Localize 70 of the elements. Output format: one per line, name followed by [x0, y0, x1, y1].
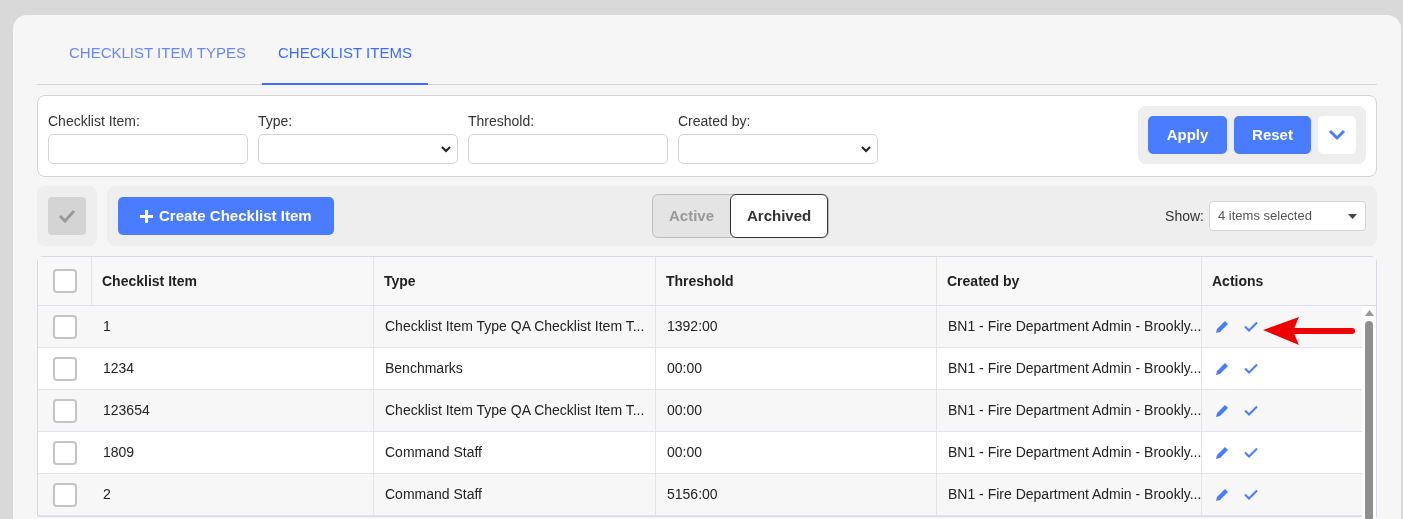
- toggle-option[interactable]: Active: [653, 195, 731, 237]
- filter-label: Type:: [258, 112, 294, 131]
- scroll-up-icon: [1364, 310, 1374, 316]
- edit-icon[interactable]: [1215, 361, 1230, 376]
- check-icon[interactable]: [1244, 321, 1258, 332]
- column-header: Type: [374, 257, 656, 305]
- check-icon[interactable]: [1244, 405, 1258, 416]
- table-cell-text: BN1 - Fire Department Admin - Brookly...: [948, 401, 1202, 420]
- check-icon[interactable]: [1244, 447, 1258, 458]
- show-label: Show:: [1165, 206, 1204, 226]
- table-cell-text: BN1 - Fire Department Admin - Brookly...: [948, 317, 1202, 336]
- dropdown-field[interactable]: [258, 134, 458, 164]
- edit-icon[interactable]: [1215, 319, 1230, 334]
- filter-label: Checklist Item:: [48, 112, 141, 131]
- table-cell-text: Benchmarks: [385, 359, 463, 378]
- table-cell-text: 1392:00: [667, 317, 718, 336]
- edit-icon[interactable]: [1215, 403, 1230, 418]
- tab[interactable]: CHECKLIST ITEMS: [262, 35, 428, 85]
- show-value: 4 items selected: [1218, 207, 1313, 226]
- table-cell-text: 00:00: [667, 443, 703, 462]
- check-icon[interactable]: [1244, 489, 1258, 500]
- tab[interactable]: CHECKLIST ITEM TYPES: [53, 35, 262, 85]
- column-header: Checklist Item: [92, 257, 374, 305]
- table-cell-text: Checklist Item Type QA Checklist Item T...: [385, 317, 645, 336]
- filter-label: Threshold:: [468, 112, 536, 131]
- table-cell-text: 1: [103, 317, 111, 336]
- toggle-option[interactable]: Archived: [730, 194, 829, 238]
- checkbox[interactable]: [53, 314, 77, 339]
- checkbox[interactable]: [53, 398, 77, 423]
- checkbox[interactable]: [53, 482, 77, 507]
- apply-button[interactable]: Apply: [1148, 116, 1227, 154]
- create-button[interactable]: Create Checklist Item: [118, 197, 334, 235]
- checkbox[interactable]: [52, 269, 77, 293]
- checkmark-icon: [58, 209, 76, 223]
- reset-button[interactable]: Reset: [1234, 116, 1311, 154]
- table-cell-text: Command Staff: [385, 485, 482, 504]
- dropdown-field[interactable]: [678, 134, 878, 164]
- table-cell-text: Checklist Item Type QA Checklist Item T...: [385, 401, 645, 420]
- checkbox[interactable]: [53, 356, 77, 381]
- table-cell-text: BN1 - Fire Department Admin - Brookly...: [948, 359, 1202, 378]
- table-cell-text: BN1 - Fire Department Admin - Brookly...: [948, 443, 1202, 462]
- plus-icon: [140, 209, 153, 223]
- table-cell-text: BN1 - Fire Department Admin - Brookly...: [948, 485, 1202, 504]
- edit-icon[interactable]: [1215, 445, 1230, 460]
- checkbox[interactable]: [53, 440, 77, 465]
- table-cell-text: 00:00: [667, 401, 703, 420]
- chevron-down-icon: [1328, 129, 1346, 141]
- filter-label: Created by:: [678, 112, 752, 131]
- column-header: Threshold: [656, 257, 937, 305]
- column-header: Created by: [937, 257, 1202, 305]
- table-cell-text: 1234: [103, 359, 135, 378]
- table-cell-text: 1809: [103, 443, 135, 462]
- column-header: Actions: [1211, 271, 1265, 291]
- show-dropdown[interactable]: 4 items selected: [1209, 201, 1366, 231]
- chevron-down-icon: [441, 145, 451, 153]
- scrollbar[interactable]: [1362, 306, 1376, 519]
- table-cell-text: 2: [103, 485, 111, 504]
- select-all-button[interactable]: [48, 197, 86, 235]
- table-cell-text: Command Staff: [385, 443, 482, 462]
- expand-button[interactable]: [1318, 116, 1356, 154]
- table-cell-text: 00:00: [667, 359, 703, 378]
- input-field[interactable]: [468, 134, 668, 164]
- input-field[interactable]: [48, 134, 248, 164]
- scrollbar-thumb[interactable]: [1365, 321, 1373, 519]
- chevron-down-icon: [861, 145, 871, 153]
- check-icon[interactable]: [1244, 363, 1258, 374]
- edit-icon[interactable]: [1215, 487, 1230, 502]
- table-cell-text: 5156:00: [667, 485, 718, 504]
- table-cell-text: 123654: [103, 401, 150, 420]
- caret-icon: [1348, 213, 1357, 219]
